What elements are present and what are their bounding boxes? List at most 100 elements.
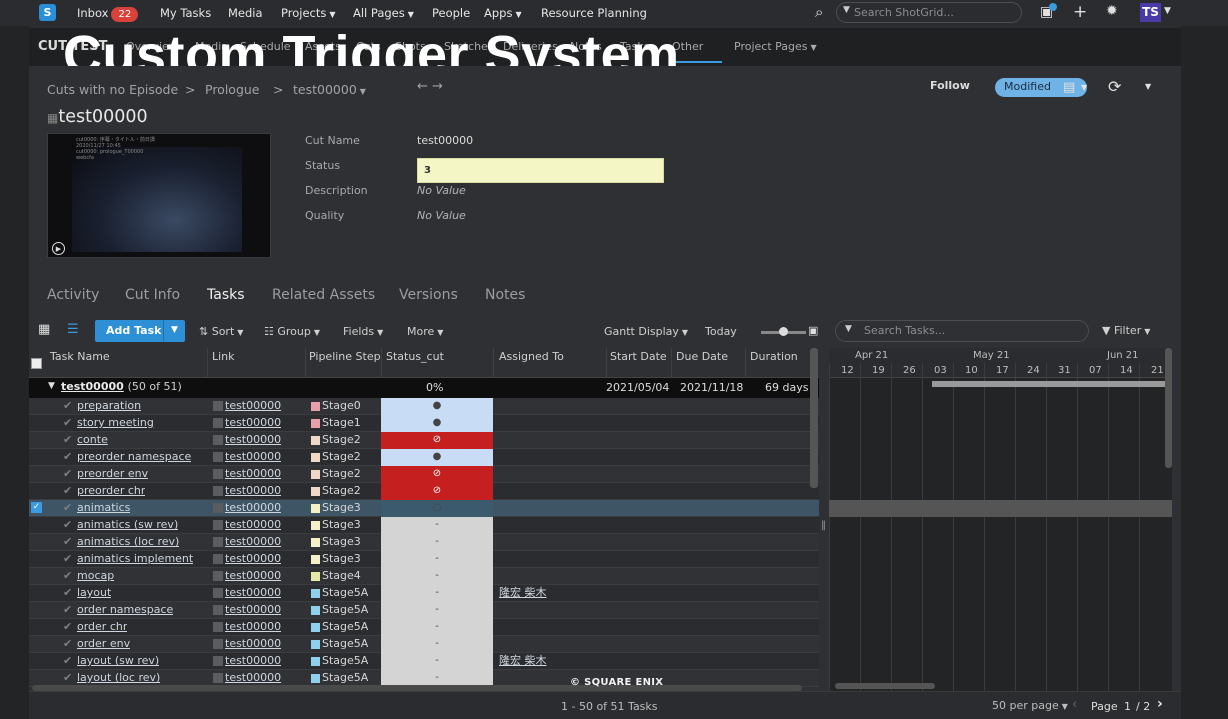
task-link[interactable]: test000004	[213, 636, 281, 653]
status-cell[interactable]: ●	[381, 449, 493, 466]
table-row[interactable]: ✔ preparation test000004 Stage0 ●	[29, 398, 819, 415]
search-icon[interactable]: ⌕	[815, 3, 823, 21]
task-link[interactable]: test000004	[213, 500, 281, 517]
status-cell[interactable]: ●	[381, 398, 493, 415]
assigned-to[interactable]: 隆宏 柴木	[499, 653, 547, 670]
prev-page-icon[interactable]: ‹	[1072, 697, 1077, 712]
task-name-link[interactable]: preorder namespace	[77, 449, 191, 466]
task-name-link[interactable]: animatics implement	[77, 551, 193, 568]
nav-all-pages[interactable]: All Pages ▼	[353, 6, 414, 20]
page-number[interactable]: 1	[1124, 700, 1131, 713]
status-cell[interactable]: -	[381, 636, 493, 653]
task-link[interactable]: test000004	[213, 551, 281, 568]
grid-scrollbar[interactable]	[810, 348, 818, 488]
task-name-link[interactable]: mocap	[77, 568, 114, 585]
table-row[interactable]: ✔ animatics (loc rev) test000004 Stage3 -	[29, 534, 819, 551]
status-cell[interactable]: ⊘	[381, 466, 493, 483]
select-all-checkbox[interactable]	[31, 358, 42, 369]
search-tasks-input[interactable]: ▼ Search Tasks...	[835, 320, 1089, 342]
zoom-slider-handle[interactable]	[779, 327, 788, 336]
tab-notes[interactable]: Notes	[485, 287, 525, 303]
gantt-summary-bar[interactable]	[932, 381, 1172, 387]
task-name-link[interactable]: order chr	[77, 619, 127, 636]
row-checkbox-checked[interactable]: ✓	[31, 502, 42, 513]
status-cell[interactable]: -	[381, 602, 493, 619]
tab-cut-info[interactable]: Cut Info	[125, 287, 180, 303]
task-link[interactable]: test000004	[213, 466, 281, 483]
refresh-icon[interactable]: ⟳	[1108, 77, 1121, 96]
task-link[interactable]: test000004	[213, 619, 281, 636]
column-header-link[interactable]: Link	[212, 350, 235, 363]
task-link[interactable]: test000004	[213, 568, 281, 585]
task-link[interactable]: test000004	[213, 653, 281, 670]
more-button[interactable]: More ▼	[407, 325, 443, 338]
table-row[interactable]: ✔ preorder chr test000004 Stage2 ⊘	[29, 483, 819, 500]
next-page-icon[interactable]: ›	[1157, 696, 1163, 712]
plus-icon[interactable]: +	[1073, 2, 1087, 22]
task-link[interactable]: test000004	[213, 534, 281, 551]
group-row[interactable]: ▼ test00000 (50 of 51) 0% 2021/05/04 202…	[29, 378, 819, 398]
column-header-status[interactable]: Status_cut	[386, 350, 444, 363]
chevron-down-icon[interactable]: ▼	[1164, 6, 1171, 16]
column-header-assigned-to[interactable]: Assigned To	[499, 350, 564, 363]
task-name-link[interactable]: preparation	[77, 398, 141, 415]
status-cell[interactable]: ●	[381, 415, 493, 432]
tab-versions[interactable]: Versions	[399, 287, 458, 303]
document-icon[interactable]: ▤	[1063, 80, 1075, 95]
table-row[interactable]: ✔ order chr test000004 Stage5A-	[29, 619, 819, 636]
global-search-input[interactable]: ▼ Search ShotGrid...	[836, 2, 1022, 23]
task-name-link[interactable]: animatics (sw rev)	[77, 517, 178, 534]
fields-button[interactable]: Fields ▼	[343, 325, 383, 338]
task-name-link[interactable]: story meeting	[77, 415, 154, 432]
nav-resource-planning[interactable]: Resource Planning	[541, 6, 647, 20]
today-button[interactable]: Today	[705, 325, 737, 338]
task-name-link[interactable]: layout	[77, 585, 111, 602]
sort-button[interactable]: ⇅ Sort ▼	[199, 325, 243, 338]
task-name-link[interactable]: animatics	[77, 500, 130, 517]
breadcrumb-item-cut[interactable]: test00000 ▼	[293, 82, 366, 97]
table-row[interactable]: ✔ preorder env test000004 Stage2 ⊘	[29, 466, 819, 483]
status-cell[interactable]: -	[381, 517, 493, 534]
chevron-down-icon[interactable]: ▼	[48, 381, 55, 391]
task-name-link[interactable]: preorder chr	[77, 483, 145, 500]
status-field[interactable]: 3	[417, 158, 664, 183]
task-link[interactable]: test000004	[213, 398, 281, 415]
task-link[interactable]: test000004	[213, 415, 281, 432]
group-name-link[interactable]: test00000	[61, 380, 124, 393]
chevron-down-icon[interactable]: ▼	[1081, 83, 1087, 92]
field-value-description[interactable]: No Value	[417, 184, 466, 197]
field-value-quality[interactable]: No Value	[417, 209, 466, 222]
per-page-select[interactable]: 50 per page ▼	[992, 699, 1068, 712]
tab-tasks[interactable]: Tasks	[207, 287, 245, 303]
nav-apps[interactable]: Apps ▼	[484, 6, 522, 20]
task-name-link[interactable]: layout (sw rev)	[77, 653, 159, 670]
table-row[interactable]: ✔ story meeting test000004 Stage1 ●	[29, 415, 819, 432]
task-name-link[interactable]: conte	[77, 432, 108, 449]
chevron-down-icon[interactable]: ▼	[163, 320, 185, 342]
assigned-to[interactable]: 隆宏 柴木	[499, 585, 547, 602]
group-button[interactable]: ☷ Group ▼	[264, 325, 320, 338]
status-cell[interactable]: -	[381, 551, 493, 568]
status-cell[interactable]: ⊘	[381, 483, 493, 500]
task-link[interactable]: test000004	[213, 585, 281, 602]
table-row[interactable]: ✔ mocap test000004 Stage4 -	[29, 568, 819, 585]
nav-inbox[interactable]: Inbox 22	[77, 6, 139, 22]
task-link[interactable]: test000004	[213, 483, 281, 500]
status-cell[interactable]: -	[381, 653, 493, 670]
table-row[interactable]: ✔ order env test000004 Stage5A-	[29, 636, 819, 653]
task-link[interactable]: test000004	[213, 517, 281, 534]
table-row[interactable]: ✔ layout (sw rev) test000004 Stage5A-隆宏 柴木	[29, 653, 819, 670]
splitter-handle[interactable]: ‖	[821, 520, 826, 531]
add-task-button[interactable]: Add Task ▼	[95, 320, 185, 342]
gantt-display-button[interactable]: Gantt Display ▼	[604, 325, 688, 338]
follow-button[interactable]: Follow	[930, 79, 970, 92]
table-row[interactable]: ✓ ✔ animatics test000004 Stage3 ○	[29, 500, 819, 517]
chevron-down-icon[interactable]: ▼	[1145, 82, 1151, 91]
status-cell[interactable]: -	[381, 534, 493, 551]
task-name-link[interactable]: preorder env	[77, 466, 148, 483]
nav-my-tasks[interactable]: My Tasks	[160, 6, 211, 20]
sun-icon[interactable]: ✹	[1106, 3, 1118, 19]
gantt-hscrollbar[interactable]	[835, 683, 935, 689]
grid-view-icon[interactable]: ▦	[38, 322, 50, 337]
person-icon[interactable]: ▣	[808, 324, 818, 337]
